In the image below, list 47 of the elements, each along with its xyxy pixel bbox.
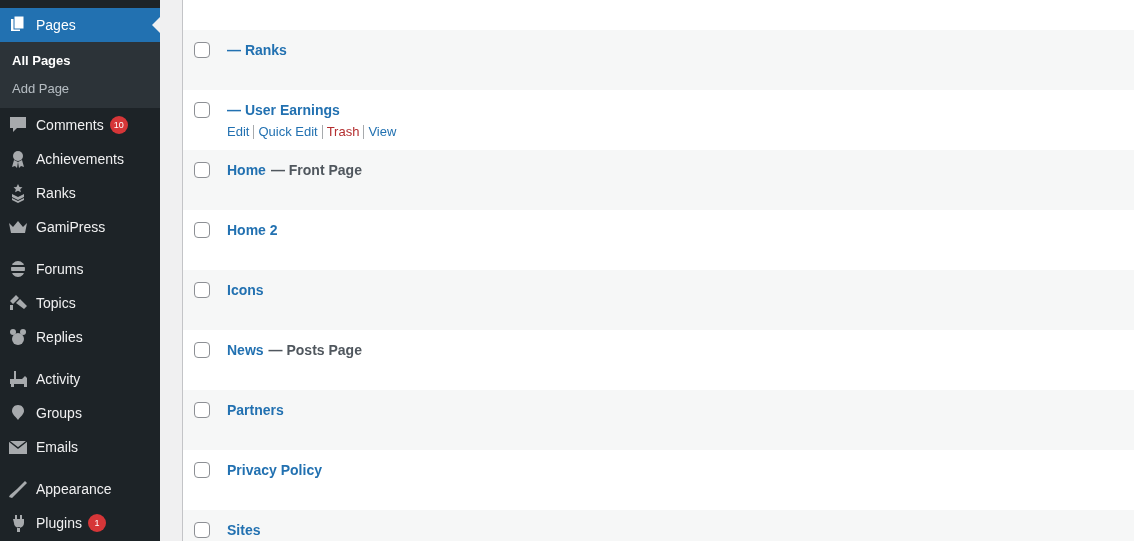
row-action-link[interactable]: View [363, 125, 401, 139]
row-checkbox[interactable] [194, 462, 210, 478]
page-title-link[interactable]: Sites [227, 522, 261, 538]
row-action-link[interactable]: Quick Edit [253, 125, 322, 139]
sidebar-item[interactable]: Plugins 1 [0, 506, 160, 540]
trash-link[interactable]: Trash [321, 125, 364, 139]
submenu-item[interactable]: All Pages [0, 47, 160, 75]
submenu-item[interactable]: Add Page [0, 75, 160, 103]
row-checkbox[interactable] [194, 102, 210, 118]
sidebar-item[interactable]: Groups [0, 396, 160, 430]
row-checkbox[interactable] [194, 522, 210, 538]
page-title-link[interactable]: — Ranks [227, 42, 287, 58]
sidebar-item[interactable]: Achievements [0, 142, 160, 176]
row-checkbox[interactable] [194, 42, 210, 58]
sidebar-item[interactable]: Activity [0, 362, 160, 396]
sidebar-item[interactable]: Comments 10 [0, 108, 160, 142]
row-checkbox[interactable] [194, 402, 210, 418]
sidebar-item[interactable]: Emails [0, 430, 160, 464]
page-title-link[interactable]: Home [227, 162, 266, 178]
row-checkbox[interactable] [194, 162, 210, 178]
sidebar-item[interactable]: GamiPress [0, 210, 160, 244]
sidebar-item[interactable]: Pages [0, 8, 160, 42]
page-title-link[interactable]: Partners [227, 402, 284, 418]
menu-icon [8, 259, 28, 279]
menu-icon [8, 327, 28, 347]
count-badge: 1 [87, 514, 106, 532]
page-title-link[interactable]: Privacy Policy [227, 462, 322, 478]
page-title-link[interactable]: Icons [227, 282, 264, 298]
menu-icon [8, 479, 28, 499]
row-checkbox[interactable] [194, 282, 210, 298]
sidebar-item[interactable]: Topics [0, 286, 160, 320]
row-checkbox[interactable] [194, 342, 210, 358]
count-badge: 10 [109, 116, 128, 134]
sidebar-item[interactable]: Replies [0, 320, 160, 354]
menu-icon [8, 115, 28, 135]
sidebar-item[interactable]: Appearance [0, 472, 160, 506]
row-action-link[interactable]: Edit [227, 125, 254, 139]
page-title-link[interactable]: News [227, 342, 264, 358]
menu-icon [8, 369, 28, 389]
row-checkbox[interactable] [194, 222, 210, 238]
sidebar-item[interactable]: Ranks [0, 176, 160, 210]
page-title-link[interactable]: — User Earnings [227, 102, 340, 118]
sidebar-item[interactable]: Forums [0, 252, 160, 286]
menu-icon [8, 293, 28, 313]
page-title-link[interactable]: Home 2 [227, 222, 278, 238]
page-state-label: — Front Page [270, 162, 362, 178]
page-state-label: — Posts Page [268, 342, 362, 358]
